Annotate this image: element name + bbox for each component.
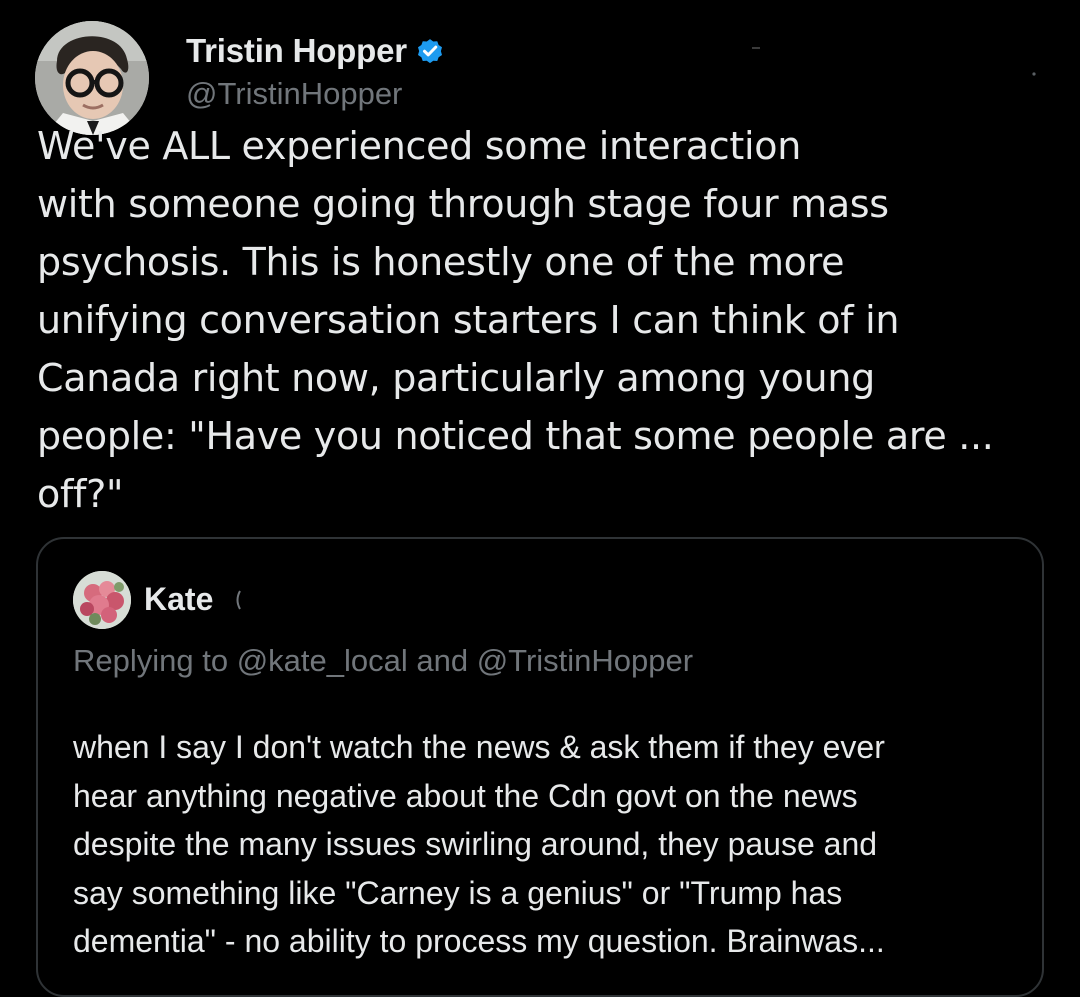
quoted-author-avatar-image — [73, 571, 131, 629]
more-options-icon[interactable] — [1028, 40, 1040, 80]
author-handle[interactable]: @TristinHopper — [186, 76, 402, 112]
tweet-text: We've ALL experienced some interaction w… — [37, 124, 994, 516]
quoted-author-name-trail — [234, 587, 242, 613]
decorative-speck — [752, 47, 760, 49]
verified-badge-icon — [415, 36, 445, 66]
quoted-author-name[interactable]: Kate — [144, 581, 213, 618]
quoted-replying-to: Replying to @kate_local and @TristinHopp… — [73, 643, 694, 678]
quoted-tweet-text: when I say I don't watch the news & ask … — [73, 729, 885, 959]
quoted-author-avatar[interactable] — [73, 571, 131, 629]
author-name-row[interactable]: Tristin Hopper — [186, 30, 445, 72]
tweet[interactable]: Tristin Hopper @TristinHopper We've ALL … — [0, 0, 1080, 997]
quoted-tweet-card[interactable]: Kate Replying to @kate_local and @Tristi… — [36, 537, 1044, 997]
author-name[interactable]: Tristin Hopper — [186, 32, 407, 70]
